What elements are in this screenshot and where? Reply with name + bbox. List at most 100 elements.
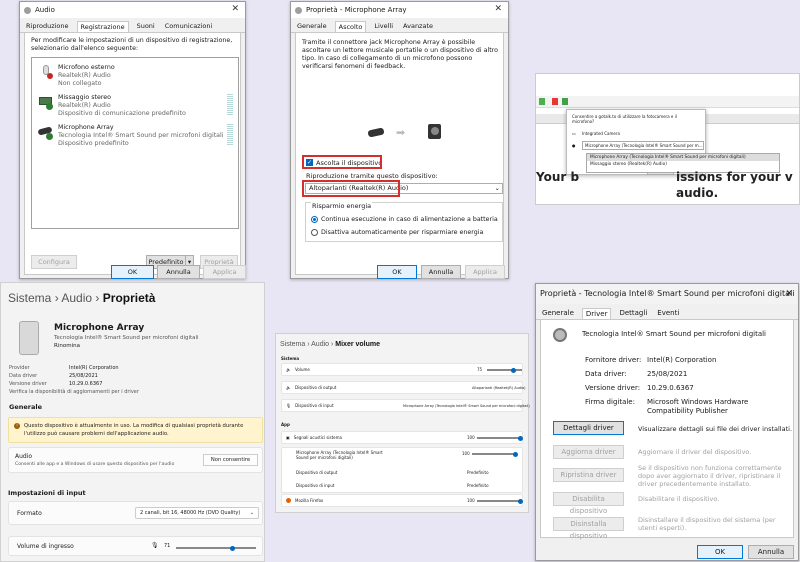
- apply-button[interactable]: Applica: [465, 265, 505, 279]
- uninstall-device-button[interactable]: Disinstalla dispositivo: [553, 517, 624, 540]
- option-mic-array[interactable]: Microphone Array (Tecnologia Intel® Smar…: [587, 154, 779, 161]
- update-driver-button[interactable]: Aggiorna driver: [553, 445, 624, 459]
- arrow-right-icon: ➡: [396, 126, 406, 139]
- power-opt2-label: Disattiva automaticamente per risparmiar…: [321, 229, 484, 236]
- driver-tabs: Generale Driver Dettagli Eventi: [536, 304, 798, 320]
- breadcrumb-audio[interactable]: Audio: [61, 291, 92, 305]
- chevron-right-icon: ›: [95, 291, 103, 305]
- app-out-select[interactable]: Predefinito: [467, 470, 489, 475]
- warning-icon: !: [14, 423, 20, 429]
- settings-properties: Sistema › Audio › Proprietà Microphone A…: [0, 282, 265, 562]
- app1-knob[interactable]: [518, 435, 523, 441]
- device-driver: Tecnologia Intel® Smart Sound per microf…: [54, 335, 199, 341]
- close-icon[interactable]: ✕: [785, 284, 793, 304]
- ok-button[interactable]: OK: [111, 265, 154, 279]
- cancel-button[interactable]: Annulla: [421, 265, 461, 279]
- configure-button[interactable]: Configura: [31, 255, 77, 269]
- tab-generale[interactable]: Generale: [295, 21, 329, 32]
- driver-details-button[interactable]: Dettagli driver: [553, 421, 624, 435]
- tab-dettagli[interactable]: Dettagli: [617, 308, 649, 319]
- tab-livelli[interactable]: Livelli: [372, 21, 395, 32]
- input-select[interactable]: Microphone Array (Tecnologia Intel® Smar…: [403, 404, 530, 408]
- audio-instructions: Per modificare le impostazioni di un dis…: [31, 37, 233, 52]
- device-driver: Realtek(R) Audio: [58, 102, 111, 109]
- breadcrumb-sistema[interactable]: Sistema: [280, 341, 305, 348]
- browser-toolbar: [536, 96, 799, 108]
- tab-registrazione[interactable]: Registrazione: [76, 21, 129, 32]
- volume-slider[interactable]: [487, 367, 522, 373]
- volume-label: Volume: [294, 367, 310, 372]
- tab-riproduzione[interactable]: Riproduzione: [24, 21, 71, 32]
- mixer-section-app: App: [281, 422, 290, 427]
- page-text-2: issions for your v: [676, 170, 793, 184]
- field-date-value: 25/08/2021: [647, 370, 688, 378]
- chevron-down-icon: ⌄: [494, 184, 500, 192]
- app2-value: 100: [462, 451, 470, 456]
- volume-card: Volume di ingresso 🎙 71: [8, 536, 263, 556]
- update-check-link[interactable]: Verifica la disponibilità di aggiornamen…: [9, 389, 139, 395]
- close-icon[interactable]: ✕: [494, 4, 502, 14]
- microphone-icon: ●: [572, 143, 576, 148]
- close-icon[interactable]: ✕: [231, 4, 239, 14]
- sound-card-icon: [38, 94, 54, 110]
- tab-generale[interactable]: Generale: [540, 308, 576, 319]
- playback-label: Riproduzione tramite questo dispositivo:: [306, 172, 438, 180]
- breadcrumb-audio[interactable]: Audio: [311, 341, 329, 348]
- microphone-icon: 🎙: [151, 542, 159, 549]
- tab-driver[interactable]: Driver: [581, 308, 612, 319]
- mic-select[interactable]: Microphone Array (Tecnologia Intel® Smar…: [582, 141, 704, 150]
- mixer-volume-row: 🔈 Volume 75: [281, 363, 523, 376]
- chevron-down-icon: ⌄: [249, 510, 254, 516]
- tab-suoni[interactable]: Suoni: [135, 21, 157, 32]
- audio-panel: Per modificare le impostazioni di un dis…: [24, 33, 241, 275]
- list-item[interactable]: Missaggio stereo Realtek(R) Audio Disposit…: [38, 94, 186, 118]
- list-item[interactable]: Microfono esterno Realtek(R) Audio Non col…: [38, 64, 115, 88]
- cancel-button[interactable]: Annulla: [157, 265, 200, 279]
- option-stereo-mix[interactable]: Missaggio stereo (Realtek(R) Audio): [587, 161, 779, 168]
- radio-auto-off[interactable]: [311, 229, 318, 236]
- cancel-button[interactable]: Annulla: [748, 545, 794, 559]
- apply-button[interactable]: Applica: [203, 265, 246, 279]
- device-icon: [19, 321, 39, 355]
- extension-icon: [539, 98, 545, 105]
- driver-device-name: Tecnologia Intel® Smart Sound per microf…: [582, 330, 767, 338]
- speaker-icon: [553, 328, 567, 342]
- deny-button[interactable]: Non consentire: [203, 454, 258, 466]
- app-in-select[interactable]: Predefinito: [467, 483, 489, 488]
- app2-slider[interactable]: [472, 451, 518, 457]
- extension-icon: [562, 98, 568, 105]
- tab-eventi[interactable]: Eventi: [655, 308, 681, 319]
- ok-button[interactable]: OK: [377, 265, 417, 279]
- app3-slider[interactable]: [477, 498, 523, 504]
- volume-knob[interactable]: [510, 367, 516, 373]
- app-row: Mozilla Firefox 100: [281, 494, 523, 507]
- app2-name: Microphone Array (Tecnologia Intel® Smar…: [296, 450, 383, 460]
- power-group: Risparmio energia Continua esecuzione in…: [305, 202, 503, 242]
- tab-avanzate[interactable]: Avanzate: [401, 21, 435, 32]
- tab-comunicazioni[interactable]: Comunicazioni: [163, 21, 215, 32]
- app2-knob[interactable]: [513, 451, 518, 457]
- volume-slider[interactable]: [176, 545, 256, 551]
- list-item[interactable]: Microphone Array Tecnologia Intel® Smart …: [37, 124, 224, 148]
- format-select[interactable]: 2 canali, bit 16, 48000 Hz (DVD Quality)…: [135, 507, 259, 519]
- output-select[interactable]: Altoparlanti (Realtek(R) Audio): [472, 386, 526, 390]
- app1-value: 100: [467, 435, 475, 440]
- breadcrumb-sistema[interactable]: Sistema: [8, 291, 51, 305]
- volume-knob[interactable]: [230, 545, 236, 551]
- volume-value: 71: [164, 543, 171, 549]
- browser-screenshot: Consentire a gotalk.to di utilizzare la …: [535, 73, 800, 205]
- rollback-driver-button[interactable]: Ripristina driver: [553, 468, 624, 482]
- disable-device-desc: Disabilitare il dispositivo.: [638, 495, 720, 503]
- disable-device-button[interactable]: Disabilita dispositivo: [553, 492, 624, 515]
- app1-slider[interactable]: [477, 435, 523, 441]
- warning-text: Questo dispositivo è attualmente in uso.…: [24, 423, 244, 437]
- app3-knob[interactable]: [518, 498, 523, 504]
- rename-link[interactable]: Rinomina: [54, 343, 80, 349]
- field-version-key: Versione driver:: [585, 384, 641, 392]
- ok-button[interactable]: OK: [697, 545, 743, 559]
- device-name: Microfono esterno: [58, 64, 115, 71]
- info-date-value: 25/08/2021: [69, 373, 98, 379]
- radio-on-battery[interactable]: [311, 216, 318, 223]
- extension-icon: [552, 98, 558, 105]
- tab-ascolto[interactable]: Ascolto: [334, 21, 367, 32]
